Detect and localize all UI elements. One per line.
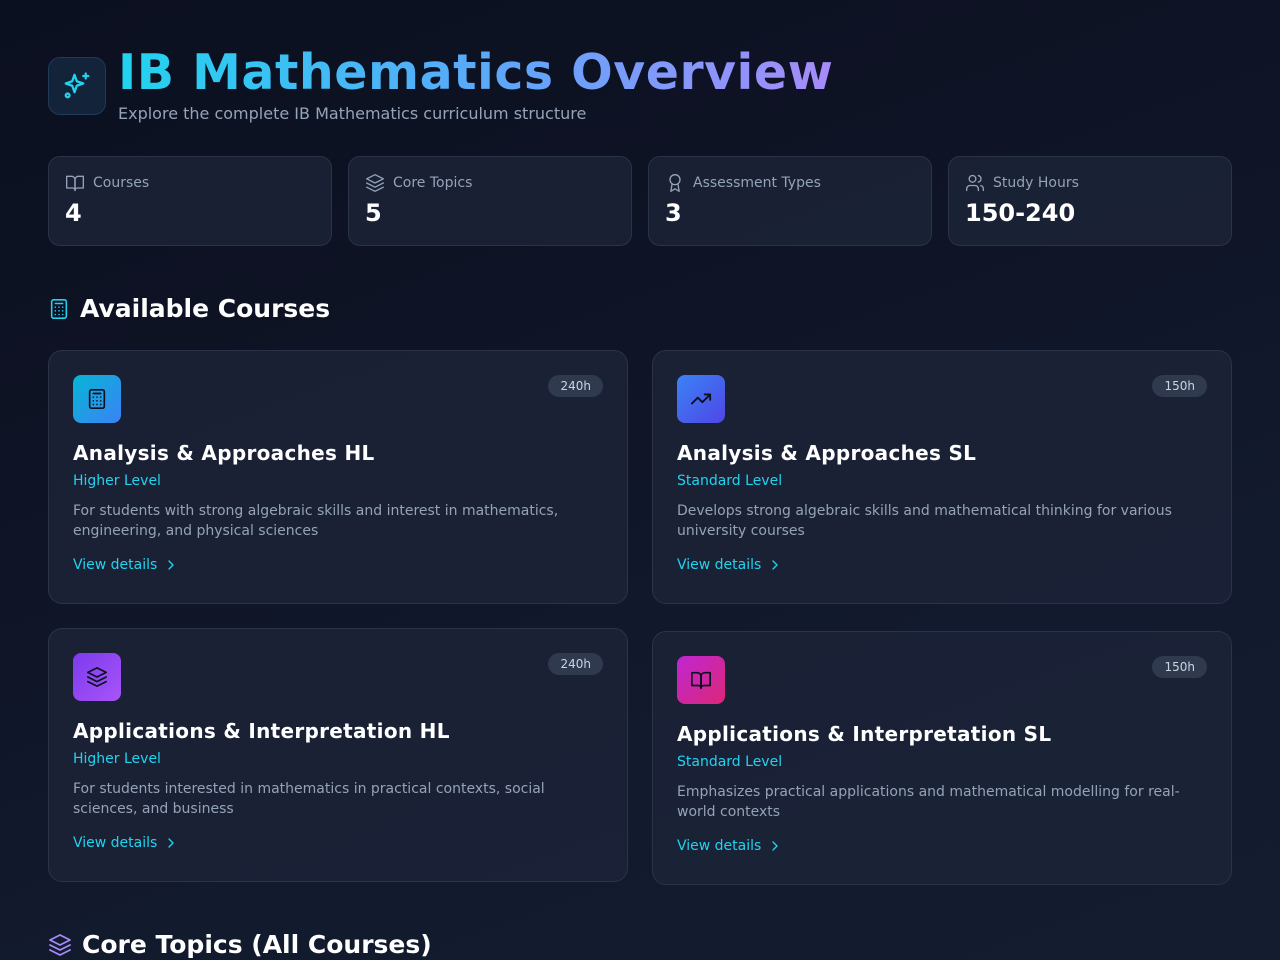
section-core-topics: Core Topics (All Courses) <box>48 930 432 959</box>
stats-row: Courses 4 Core Topics 5 Assessment Types… <box>48 156 1232 246</box>
course-description: Emphasizes practical applications and ma… <box>677 784 1180 820</box>
chevron-right-icon <box>772 841 778 851</box>
stat-value: 4 <box>65 199 82 227</box>
view-details-label: View details <box>73 835 158 851</box>
course-level: Higher Level <box>73 751 161 767</box>
view-details-link[interactable]: View details <box>677 557 1207 573</box>
course-icon <box>677 375 725 423</box>
view-details-label: View details <box>677 557 762 573</box>
chevron-right-icon <box>168 560 174 570</box>
layers-icon <box>87 667 107 687</box>
hours-badge: 150h <box>1152 375 1207 397</box>
stat-label: Courses <box>93 175 150 191</box>
stat-label: Assessment Types <box>693 175 821 191</box>
view-details-label: View details <box>73 557 158 573</box>
course-description: Develops strong algebraic skills and mat… <box>677 503 1172 539</box>
course-title: Applications & Interpretation SL <box>677 722 1052 746</box>
course-description: For students interested in mathematics i… <box>73 781 545 817</box>
course-icon <box>73 653 121 701</box>
stat-value: 5 <box>365 199 382 227</box>
stat-value: 150-240 <box>965 199 1076 227</box>
course-card-aa-hl[interactable]: 240h Analysis & Approaches HL Higher Lev… <box>48 350 628 604</box>
stat-label: Study Hours <box>993 175 1079 191</box>
stat-study-hours: Study Hours 150-240 <box>948 156 1232 246</box>
hours-badge: 240h <box>548 653 603 675</box>
course-card-ai-sl[interactable]: 150h Applications & Interpretation SL St… <box>652 631 1232 885</box>
page-title: IB Mathematics Overview <box>118 44 834 101</box>
course-title: Analysis & Approaches SL <box>677 441 977 465</box>
layers-icon <box>366 174 384 192</box>
course-card-ai-hl[interactable]: 240h Applications & Interpretation HL Hi… <box>48 628 628 882</box>
course-level: Standard Level <box>677 754 783 770</box>
calculator-icon <box>50 298 68 319</box>
section-available-courses: Available Courses <box>48 294 330 323</box>
section-title: Available Courses <box>80 294 331 323</box>
trending-up-icon <box>690 393 712 405</box>
hours-badge: 240h <box>548 375 603 397</box>
course-card-aa-sl[interactable]: 150h Analysis & Approaches SL Standard L… <box>652 350 1232 604</box>
book-open-icon <box>691 671 711 690</box>
page-subtitle: Explore the complete IB Mathematics curr… <box>118 104 587 123</box>
logo <box>48 57 106 115</box>
course-level: Standard Level <box>677 473 783 489</box>
page-header: IB Mathematics Overview Explore the comp… <box>48 46 833 123</box>
users-icon <box>966 174 985 192</box>
course-icon <box>677 656 725 704</box>
chevron-right-icon <box>168 838 174 848</box>
chevron-right-icon <box>772 560 778 570</box>
course-title: Applications & Interpretation HL <box>73 719 450 743</box>
course-icon <box>73 375 121 423</box>
calculator-icon <box>88 389 106 409</box>
layers-icon <box>49 933 71 956</box>
sparkles-icon <box>64 72 90 99</box>
stat-assessment-types: Assessment Types 3 <box>648 156 932 246</box>
section-title: Core Topics (All Courses) <box>82 930 432 959</box>
view-details-label: View details <box>677 838 762 854</box>
stat-courses: Courses 4 <box>48 156 332 246</box>
stat-value: 3 <box>665 199 682 227</box>
course-title: Analysis & Approaches HL <box>73 441 375 465</box>
hours-badge: 150h <box>1152 656 1207 678</box>
stat-core-topics: Core Topics 5 <box>348 156 632 246</box>
view-details-link[interactable]: View details <box>677 838 1207 854</box>
award-icon <box>669 174 681 192</box>
course-description: For students with strong algebraic skill… <box>73 503 559 539</box>
view-details-link[interactable]: View details <box>73 557 603 573</box>
course-level: Higher Level <box>73 473 161 489</box>
book-open-icon <box>66 175 85 192</box>
view-details-link[interactable]: View details <box>73 835 603 851</box>
stat-label: Core Topics <box>393 175 473 191</box>
